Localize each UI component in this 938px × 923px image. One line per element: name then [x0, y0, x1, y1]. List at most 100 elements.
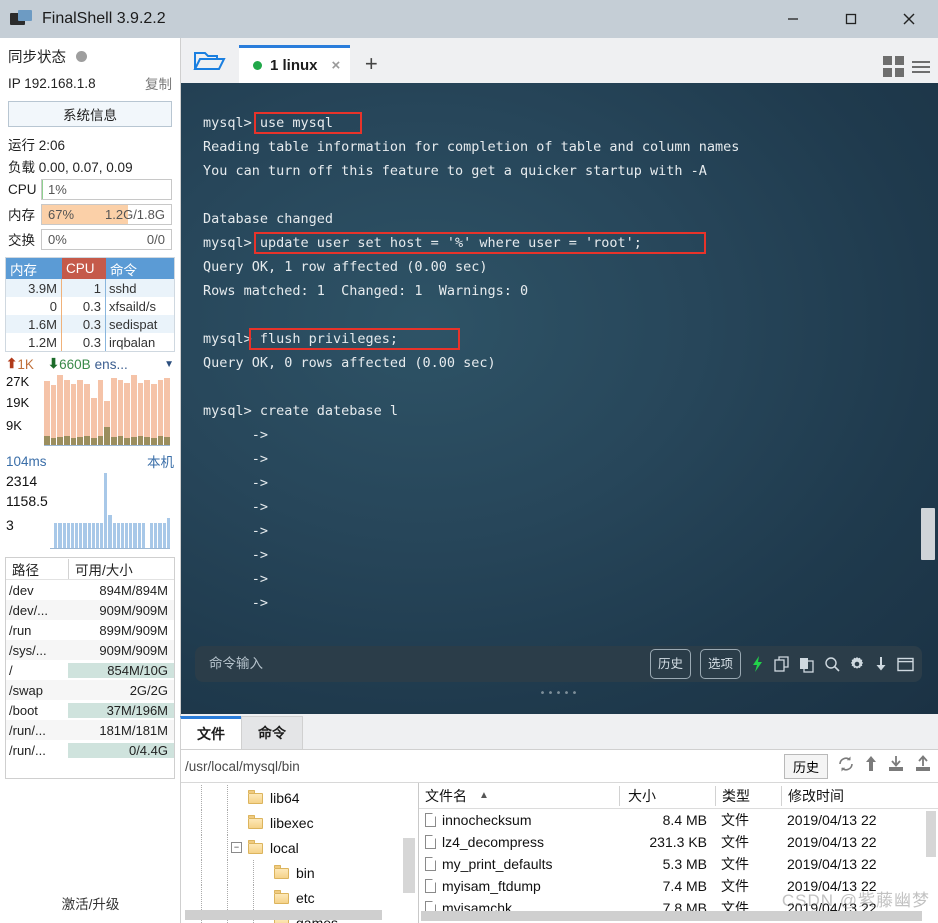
refresh-icon[interactable]	[837, 755, 855, 778]
close-icon[interactable]	[880, 0, 938, 38]
open-folder-icon[interactable]	[181, 38, 239, 83]
process-header-mem[interactable]: 内存	[6, 258, 62, 279]
disk-row[interactable]: /dev 894M/894M	[6, 580, 174, 600]
network-bar	[90, 374, 97, 445]
meter-detail: 0/0	[146, 231, 165, 247]
directory-tree[interactable]: lib64libexec−localbinetcgames	[181, 783, 419, 923]
grid-view-icon[interactable]	[883, 56, 904, 77]
column-header-size[interactable]: 大小	[619, 785, 715, 806]
column-header-type[interactable]: 类型	[715, 785, 781, 806]
command-options-button[interactable]: 选项	[699, 649, 741, 679]
current-path[interactable]: /usr/local/mysql/bin	[185, 759, 300, 774]
latency-plot	[50, 473, 170, 549]
tab-linux[interactable]: 1 linux ×	[239, 45, 351, 83]
disk-row[interactable]: /dev/... 909M/909M	[6, 600, 174, 620]
file-size: 8.4 MB	[662, 812, 707, 828]
network-bar	[157, 374, 164, 445]
column-header-mtime[interactable]: 修改时间	[781, 785, 938, 806]
minimize-icon[interactable]	[764, 0, 822, 38]
list-vertical-scrollbar[interactable]	[926, 811, 936, 857]
copy-icon[interactable]	[774, 655, 790, 673]
file-row[interactable]: lz4_decompress 231.3 KB 文件 2019/04/13 22	[419, 831, 938, 853]
lightning-icon[interactable]	[750, 655, 765, 673]
gear-icon[interactable]	[849, 656, 865, 672]
command-history-button[interactable]: 历史	[649, 649, 691, 679]
maximize-icon[interactable]	[822, 0, 880, 38]
latency-bar	[141, 522, 145, 548]
network-bar	[137, 374, 144, 445]
paste-icon[interactable]	[799, 656, 815, 673]
folder-icon	[248, 839, 263, 854]
disk-row[interactable]: /run 899M/909M	[6, 620, 174, 640]
file-list[interactable]: 文件名 ▲ 大小 类型 修改时间 innochecksum 8.4 MB 文件 201…	[419, 783, 938, 923]
tree-node[interactable]: etc	[181, 885, 418, 910]
latency-bar	[129, 522, 133, 548]
disk-usage: 2G/2G	[129, 682, 168, 698]
tree-horizontal-scrollbar[interactable]	[185, 910, 382, 920]
chevron-down-icon[interactable]: ▼	[164, 359, 174, 370]
title-bar: FinalShell 3.9.2.2	[0, 0, 938, 38]
path-history-button[interactable]: 历史	[783, 753, 828, 779]
activate-upgrade-link[interactable]: 激活/升级	[0, 893, 181, 913]
search-icon[interactable]	[824, 656, 840, 672]
process-row[interactable]: 1.2M 0.3 irqbalan	[6, 333, 174, 351]
ip-address-label: IP 192.168.1.8	[8, 75, 96, 91]
column-header-name[interactable]: 文件名 ▲	[419, 786, 619, 806]
new-tab-button[interactable]: +	[350, 45, 392, 83]
process-row[interactable]: 0 0.3 xfsaild/s	[6, 297, 174, 315]
splitter-grip[interactable]: •••••	[181, 682, 938, 706]
list-horizontal-scrollbar[interactable]	[421, 911, 922, 921]
latency-target-label[interactable]: 本机	[147, 451, 174, 471]
disk-row[interactable]: /swap 2G/2G	[6, 680, 174, 700]
hamburger-menu-icon[interactable]	[912, 58, 930, 76]
file-panel-tab-命令[interactable]: 命令	[241, 716, 303, 749]
disk-row[interactable]: /run/... 181M/181M	[6, 720, 174, 740]
process-row[interactable]: 3.9M 1 sshd	[6, 279, 174, 297]
close-icon[interactable]: ×	[332, 57, 341, 74]
disk-row[interactable]: /sys/... 909M/909M	[6, 640, 174, 660]
net-ylabel-1: 19K	[6, 395, 30, 410]
tree-node[interactable]: bin	[181, 860, 418, 885]
download-icon[interactable]	[887, 755, 905, 778]
tree-node[interactable]: lib64	[181, 785, 418, 810]
file-panel-tab-文件[interactable]: 文件	[180, 716, 242, 749]
disk-usage: 0/4.4G	[68, 742, 174, 758]
network-bar	[57, 374, 64, 445]
command-input-bar[interactable]: 命令输入 历史 选项	[195, 646, 922, 682]
tree-vertical-scrollbar[interactable]	[403, 838, 415, 893]
tree-node[interactable]: − local	[181, 835, 418, 860]
terminal-line: Reading table information for completion…	[203, 139, 740, 155]
terminal-scrollbar-thumb[interactable]	[921, 508, 935, 560]
process-mem: 1.2M	[6, 333, 62, 351]
network-graph: 27K 19K 9K	[6, 374, 174, 446]
terminal-output[interactable]: mysql> use mysql Reading table informatio…	[181, 83, 938, 714]
latency-bar	[62, 522, 66, 548]
copy-ip-button[interactable]: 复制	[145, 73, 172, 93]
process-header-cpu[interactable]: CPU	[62, 258, 106, 279]
process-cpu: 1	[62, 279, 106, 297]
file-row[interactable]: innochecksum 8.4 MB 文件 2019/04/13 22	[419, 809, 938, 831]
resource-meters: CPU 1% 内存 67% 1.2G/1.8G 交换 0% 0/0	[0, 177, 180, 251]
process-header-cmd[interactable]: 命令	[106, 258, 174, 279]
path-bar: /usr/local/mysql/bin 历史	[181, 750, 938, 783]
disk-table-header: 路径 可用/大小	[6, 558, 174, 580]
download-icon[interactable]	[874, 656, 888, 673]
network-bar	[104, 374, 110, 445]
network-bar	[70, 374, 77, 445]
tree-node[interactable]: libexec	[181, 810, 418, 835]
disk-row[interactable]: / 854M/10G	[6, 660, 174, 680]
file-row[interactable]: my_print_defaults 5.3 MB 文件 2019/04/13 22	[419, 853, 938, 875]
system-info-button[interactable]: 系统信息	[8, 101, 172, 127]
upload-icon[interactable]	[914, 754, 932, 778]
process-row[interactable]: 1.6M 0.3 sedispat	[6, 315, 174, 333]
network-interface-label[interactable]: ens...	[95, 357, 128, 372]
disk-usage: 899M/909M	[99, 622, 168, 638]
disk-row[interactable]: /boot 37M/196M	[6, 700, 174, 720]
window-icon[interactable]	[897, 657, 914, 672]
tree-expander-icon[interactable]: −	[231, 842, 242, 853]
disk-row[interactable]: /run/... 0/4.4G	[6, 740, 174, 760]
sync-status-indicator	[76, 50, 87, 62]
latency-bar	[166, 518, 170, 548]
up-level-icon[interactable]	[864, 755, 878, 778]
file-row[interactable]: myisam_ftdump 7.4 MB 文件 2019/04/13 22	[419, 875, 938, 897]
